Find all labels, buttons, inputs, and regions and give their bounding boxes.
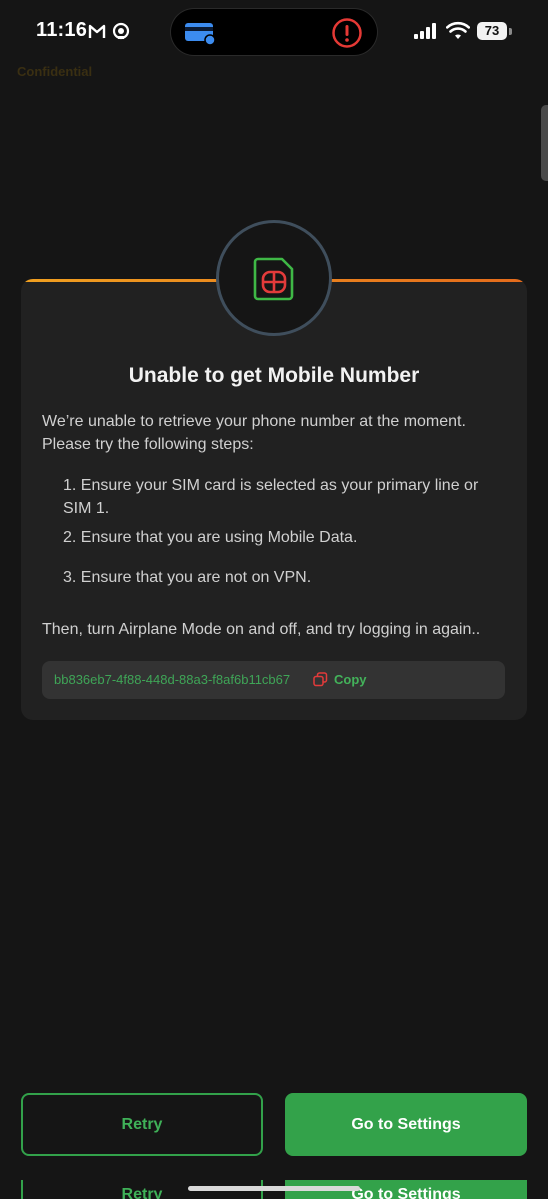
retry-button[interactable]: Retry <box>21 1093 263 1156</box>
step-1-line-2: SIM 1. <box>63 500 110 517</box>
card-title: Unable to get Mobile Number <box>128 364 420 387</box>
reference-id: bb836eb7-4f88-448d-88a3-f8af6b11cb67 <box>54 672 291 687</box>
confidential-watermark: Confidential <box>17 64 93 79</box>
credit-card-icon <box>185 23 216 45</box>
reference-id-box: bb836eb7-4f88-448d-88a3-f8af6b11cb67 Cop… <box>42 661 505 699</box>
headset-icon <box>112 22 130 40</box>
screen: 11:16 73 Confidential Unable to get Mobi… <box>0 0 548 1199</box>
home-indicator[interactable] <box>188 1186 360 1191</box>
gmail-icon <box>88 24 106 38</box>
status-time: 11:16 <box>36 19 88 41</box>
dynamic-island <box>171 9 377 55</box>
sim-icon-badge <box>216 220 332 336</box>
outro-text: Then, turn Airplane Mode on and off, and… <box>42 621 481 638</box>
sim-card-icon <box>253 257 294 301</box>
step-3: 3. Ensure that you are not on VPN. <box>63 569 312 586</box>
step-1-line-1: 1. Ensure your SIM card is selected as y… <box>63 477 479 494</box>
status-bar: 11:16 73 <box>0 0 548 64</box>
intro-line-1: We’re unable to retrieve your phone numb… <box>42 413 466 430</box>
go-to-settings-button[interactable]: Go to Settings <box>285 1093 527 1156</box>
battery-tip <box>509 28 512 35</box>
cellular-signal-icon <box>414 23 436 39</box>
side-scroll-handle[interactable] <box>541 105 548 181</box>
intro-line-2: Please try the following steps: <box>42 436 254 453</box>
copy-icon[interactable] <box>313 672 328 687</box>
wifi-icon <box>446 21 470 39</box>
alert-icon <box>332 18 362 48</box>
copy-button[interactable]: Copy <box>334 672 367 687</box>
battery-icon: 73 <box>477 22 507 40</box>
step-2: 2. Ensure that you are using Mobile Data… <box>63 529 358 546</box>
